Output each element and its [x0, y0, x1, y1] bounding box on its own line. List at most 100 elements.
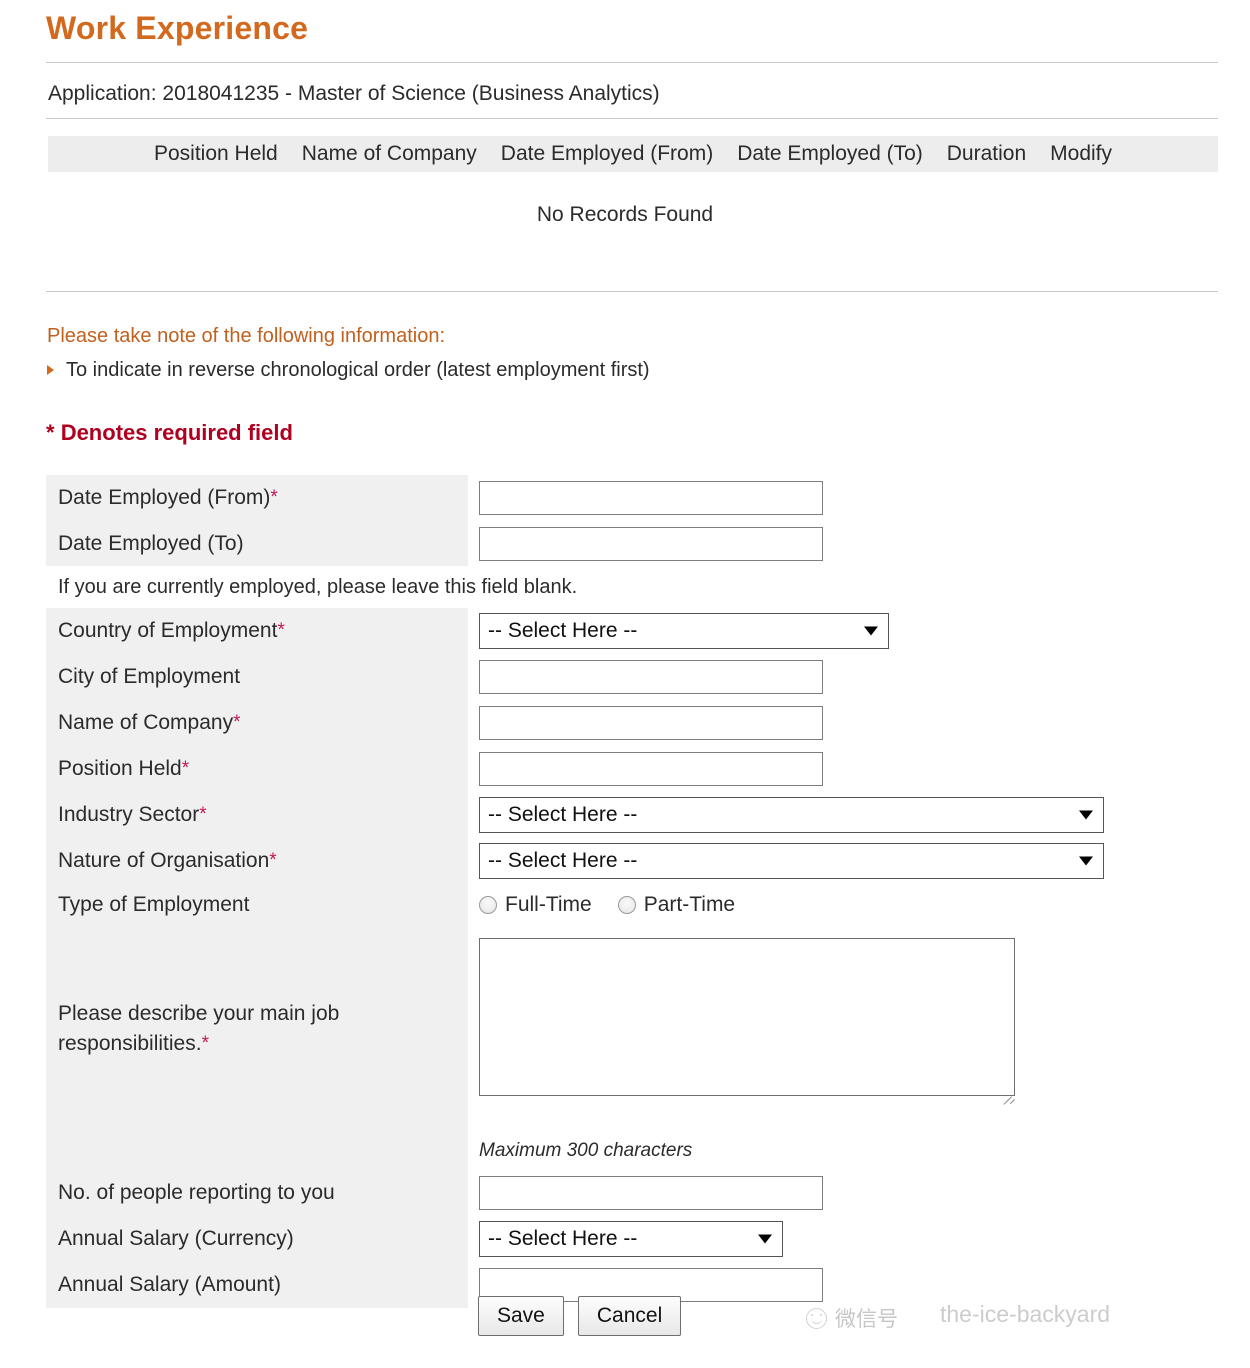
- salary-currency-select-value: -- Select Here --: [488, 1227, 637, 1251]
- required-asterisk: *: [46, 420, 55, 445]
- country-select[interactable]: -- Select Here --: [479, 613, 889, 649]
- work-experience-form: Date Employed (From)* Date Employed (To)…: [46, 475, 1218, 1308]
- industry-select-value: -- Select Here --: [488, 803, 637, 827]
- cancel-button[interactable]: Cancel: [578, 1296, 681, 1336]
- field-reports: [468, 1170, 823, 1216]
- date-to-input[interactable]: [479, 527, 823, 561]
- label-date-from: Date Employed (From)*: [46, 475, 468, 521]
- column-duration: Duration: [947, 142, 1026, 166]
- salary-currency-select[interactable]: -- Select Here --: [479, 1221, 783, 1257]
- label-spacer-hint: [46, 1132, 468, 1170]
- note-item-text: To indicate in reverse chronological ord…: [66, 357, 650, 383]
- field-city: [468, 654, 823, 700]
- column-modify: Modify: [1050, 142, 1112, 166]
- field-date-from: [468, 475, 823, 521]
- position-input[interactable]: [479, 752, 823, 786]
- required-marker-company: *: [233, 713, 240, 732]
- label-salary-currency: Annual Salary (Currency): [46, 1216, 468, 1262]
- work-experience-page: Work Experience Application: 2018041235 …: [0, 0, 1250, 1368]
- required-marker-nature: *: [269, 851, 276, 870]
- label-salary-amount: Annual Salary (Amount): [46, 1262, 468, 1308]
- label-date-from-text: Date Employed (From): [58, 486, 270, 510]
- field-position: [468, 746, 823, 792]
- column-date-to: Date Employed (To): [737, 142, 923, 166]
- divider-top: [46, 62, 1218, 63]
- required-legend-text: Denotes required field: [61, 420, 293, 445]
- row-date-from: Date Employed (From)*: [46, 475, 1218, 521]
- industry-select[interactable]: -- Select Here --: [479, 797, 1104, 833]
- city-input[interactable]: [479, 660, 823, 694]
- save-button[interactable]: Save: [478, 1296, 564, 1336]
- reports-input[interactable]: [479, 1176, 823, 1210]
- nature-select[interactable]: -- Select Here --: [479, 843, 1104, 879]
- smiley-icon: [806, 1308, 827, 1329]
- note-list-item: To indicate in reverse chronological ord…: [47, 357, 650, 383]
- label-company-text: Name of Company: [58, 711, 233, 735]
- field-responsibilities-hint: Maximum 300 characters: [468, 1132, 692, 1170]
- row-position: Position Held*: [46, 746, 1218, 792]
- label-city-text: City of Employment: [58, 665, 240, 689]
- records-table-header: Position Held Name of Company Date Emplo…: [48, 136, 1218, 172]
- nature-select-value: -- Select Here --: [488, 849, 637, 873]
- row-employment-type: Type of Employment Full-Time Part-Time: [46, 884, 1218, 926]
- column-name-of-company: Name of Company: [302, 142, 477, 166]
- label-position-text: Position Held: [58, 757, 182, 781]
- label-country: Country of Employment*: [46, 608, 468, 654]
- radio-part-time[interactable]: [618, 896, 636, 914]
- field-responsibilities: [468, 926, 1015, 1132]
- label-country-text: Country of Employment: [58, 619, 277, 643]
- required-marker-industry: *: [199, 805, 206, 824]
- label-reports-text: No. of people reporting to you: [58, 1181, 335, 1205]
- column-position-held: Position Held: [154, 142, 278, 166]
- label-salary-currency-text: Annual Salary (Currency): [58, 1227, 294, 1251]
- column-date-from: Date Employed (From): [501, 142, 713, 166]
- row-country: Country of Employment* -- Select Here --: [46, 608, 1218, 654]
- notes-title: Please take note of the following inform…: [47, 323, 445, 349]
- chevron-down-icon: [1079, 811, 1093, 820]
- row-date-to: Date Employed (To): [46, 521, 1218, 566]
- row-industry: Industry Sector* -- Select Here --: [46, 792, 1218, 838]
- date-to-help-text: If you are currently employed, please le…: [58, 576, 577, 599]
- field-company: [468, 700, 823, 746]
- label-industry: Industry Sector*: [46, 792, 468, 838]
- label-date-to-text: Date Employed (To): [58, 532, 244, 556]
- label-date-to: Date Employed (To): [46, 521, 468, 566]
- label-responsibilities-text: Please describe your main job responsibi…: [58, 1002, 339, 1055]
- field-country: -- Select Here --: [468, 608, 889, 654]
- form-actions: Save Cancel: [478, 1296, 681, 1336]
- radio-full-time[interactable]: [479, 896, 497, 914]
- label-industry-text: Industry Sector: [58, 803, 199, 827]
- row-nature: Nature of Organisation* -- Select Here -…: [46, 838, 1218, 884]
- row-company: Name of Company*: [46, 700, 1218, 746]
- label-reports: No. of people reporting to you: [46, 1170, 468, 1216]
- field-nature: -- Select Here --: [468, 838, 1104, 884]
- required-field-legend: * Denotes required field: [46, 418, 293, 448]
- company-input[interactable]: [479, 706, 823, 740]
- date-to-help: If you are currently employed, please le…: [46, 566, 577, 608]
- label-responsibilities: Please describe your main job responsibi…: [46, 926, 468, 1132]
- bullet-arrow-icon: [47, 365, 54, 375]
- radio-part-time-label: Part-Time: [644, 893, 735, 917]
- application-info: Application: 2018041235 - Master of Scie…: [48, 80, 660, 108]
- responsibilities-hint-text: Maximum 300 characters: [479, 1140, 692, 1162]
- row-responsibilities: Please describe your main job responsibi…: [46, 926, 1218, 1132]
- date-from-input[interactable]: [479, 481, 823, 515]
- divider-below-table: [46, 291, 1218, 292]
- row-date-to-help: If you are currently employed, please le…: [46, 566, 1218, 608]
- required-marker-country: *: [277, 621, 284, 640]
- label-city: City of Employment: [46, 654, 468, 700]
- page-title: Work Experience: [46, 8, 308, 48]
- required-marker-responsibilities: *: [202, 1033, 209, 1054]
- chevron-down-icon: [758, 1235, 772, 1244]
- row-reports: No. of people reporting to you: [46, 1170, 1218, 1216]
- divider-below-application: [46, 118, 1218, 119]
- label-company: Name of Company*: [46, 700, 468, 746]
- label-nature-text: Nature of Organisation: [58, 849, 269, 873]
- label-employment-type-text: Type of Employment: [58, 893, 249, 917]
- label-position: Position Held*: [46, 746, 468, 792]
- row-city: City of Employment: [46, 654, 1218, 700]
- chevron-down-icon: [864, 627, 878, 636]
- label-nature: Nature of Organisation*: [46, 838, 468, 884]
- responsibilities-textarea[interactable]: [479, 938, 1015, 1096]
- required-marker-date-from: *: [270, 488, 277, 507]
